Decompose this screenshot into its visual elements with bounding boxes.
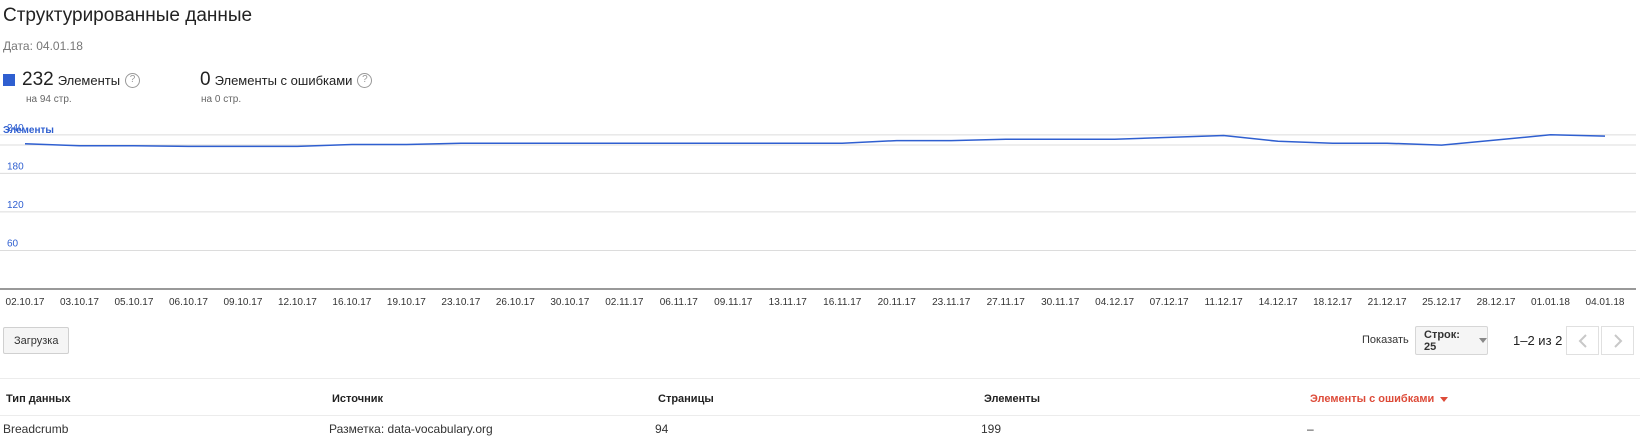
x-tick-label: 25.12.17	[1422, 297, 1461, 305]
x-tick-label: 06.10.17	[169, 297, 208, 305]
page-title: Структурированные данные	[3, 5, 253, 26]
x-tick-label: 04.12.17	[1095, 297, 1134, 305]
col-header-errors-label: Элементы с ошибками	[1310, 393, 1435, 405]
x-tick-label: 16.10.17	[332, 297, 371, 305]
x-tick-label: 09.10.17	[223, 297, 262, 305]
caret-down-icon	[1479, 338, 1487, 343]
y-tick-label: 60	[7, 238, 19, 249]
x-tick-label: 27.11.17	[987, 297, 1026, 305]
x-tick-label: 02.10.17	[6, 297, 45, 305]
cell-errors: –	[1307, 422, 1314, 436]
x-tick-label: 01.01.18	[1531, 297, 1570, 305]
x-tick-label: 20.11.17	[878, 297, 917, 305]
pagination-range: 1–2 из 2	[1513, 333, 1563, 348]
col-header-source[interactable]: Источник	[332, 393, 383, 405]
x-tick-label: 12.10.17	[278, 297, 317, 305]
help-icon[interactable]: ?	[125, 72, 141, 88]
chart-area: Элементы 240 180 120 60 02.10.17 03.10.17 05.10…	[0, 120, 1640, 305]
metric-errors-label: Элементы с ошибками	[214, 72, 353, 88]
chevron-right-icon	[1613, 333, 1622, 348]
x-tick-label: 07.12.17	[1150, 297, 1189, 305]
metric-items-pages: на 94 стр.	[26, 94, 72, 105]
col-header-items[interactable]: Элементы	[984, 393, 1040, 405]
x-tick-label: 16.11.17	[823, 297, 862, 305]
metric-items-value: 232	[22, 69, 54, 90]
sort-desc-icon	[1440, 396, 1449, 402]
prev-page-button[interactable]	[1566, 326, 1599, 355]
metric-errors[interactable]: 0 Элементы с ошибками? на 0 стр.	[200, 69, 373, 105]
x-tick-label: 04.01.18	[1586, 297, 1625, 305]
y-tick-label: 240	[7, 123, 24, 134]
rows-per-page-select[interactable]: Строк: 25	[1415, 326, 1488, 355]
x-tick-label: 09.11.17	[714, 297, 753, 305]
x-tick-label: 18.12.17	[1313, 297, 1352, 305]
x-tick-label: 05.10.17	[114, 297, 153, 305]
help-icon[interactable]: ?	[357, 72, 373, 88]
x-tick-label: 03.10.17	[60, 297, 99, 305]
cell-type[interactable]: Breadcrumb	[3, 422, 68, 436]
items-line-chart: Элементы2401801206002.10.17 03.10.17 05.10…	[0, 123, 1636, 305]
x-tick-label: 30.11.17	[1041, 297, 1080, 305]
x-tick-label: 06.11.17	[660, 297, 699, 305]
x-tick-label: 19.10.17	[387, 297, 426, 305]
chevron-left-icon	[1578, 333, 1587, 348]
metric-errors-value: 0	[200, 69, 211, 90]
x-tick-label: 23.11.17	[932, 297, 971, 305]
series-swatch	[3, 74, 15, 86]
x-tick-label: 02.11.17	[605, 297, 644, 305]
y-tick-label: 180	[7, 161, 24, 172]
cell-source: Разметка: data-vocabulary.org	[329, 422, 493, 436]
next-page-button[interactable]	[1601, 326, 1634, 355]
metric-items-label: Элементы	[57, 72, 121, 88]
rows-per-page-value: Строк: 25	[1424, 328, 1460, 353]
metric-items[interactable]: 232 Элементы? на 94 стр.	[3, 69, 141, 105]
table-top-divider	[0, 378, 1640, 379]
show-label: Показать	[1362, 334, 1409, 346]
x-tick-label: 21.12.17	[1368, 297, 1407, 305]
cell-items: 199	[981, 422, 1002, 436]
col-header-errors[interactable]: Элементы с ошибками	[1310, 393, 1449, 405]
x-tick-label: 14.12.17	[1259, 297, 1298, 305]
report-date: Дата: 04.01.18	[3, 39, 83, 53]
x-tick-label: 26.10.17	[496, 297, 535, 305]
col-header-type[interactable]: Тип данных	[6, 393, 71, 405]
download-button[interactable]: Загрузка	[3, 327, 70, 354]
x-tick-label: 23.10.17	[441, 297, 480, 305]
x-tick-label: 13.11.17	[769, 297, 808, 305]
x-tick-label: 11.12.17	[1205, 297, 1244, 305]
y-tick-label: 120	[7, 200, 24, 211]
table-header-divider	[0, 415, 1640, 416]
x-tick-label: 30.10.17	[550, 297, 589, 305]
x-tick-label: 28.12.17	[1477, 297, 1516, 305]
cell-pages: 94	[655, 422, 669, 436]
metric-errors-pages: на 0 стр.	[201, 94, 242, 105]
col-header-pages[interactable]: Страницы	[658, 393, 714, 405]
